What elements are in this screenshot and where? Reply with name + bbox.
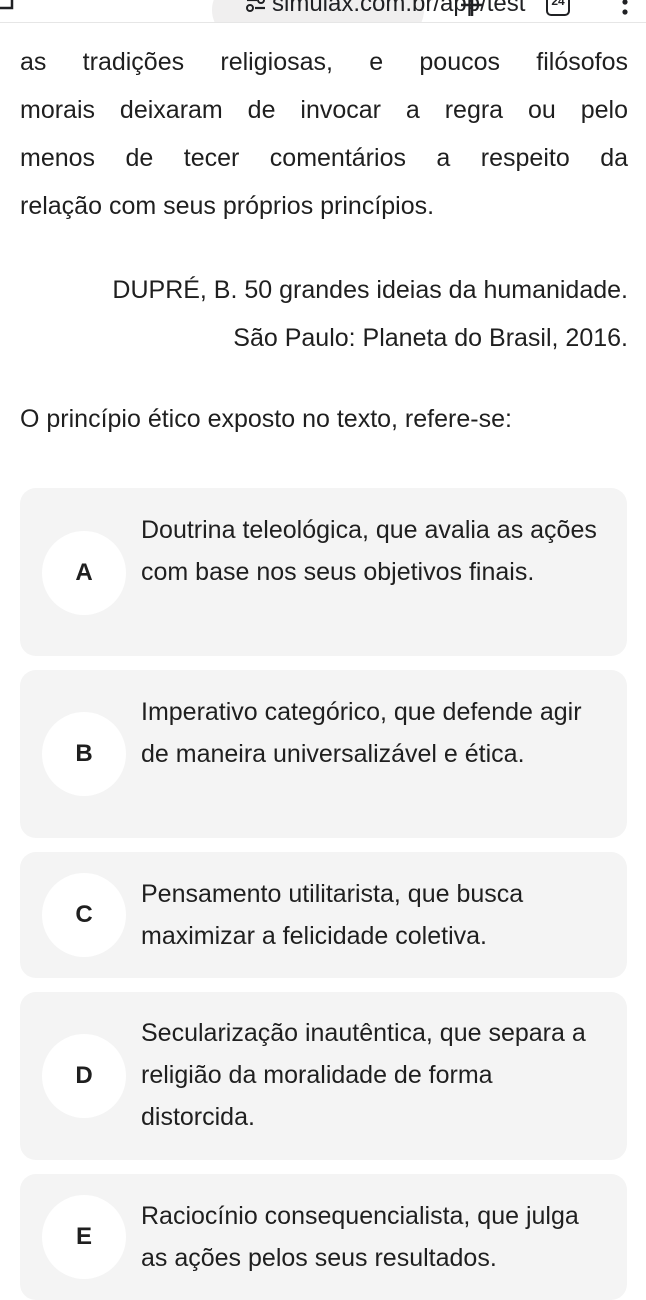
tab-count-icon[interactable]: 24 (546, 0, 570, 16)
option-letter-e: E (42, 1195, 126, 1279)
home-icon[interactable] (0, 0, 16, 14)
option-d[interactable]: D Secularização inautêntica, que separa … (20, 992, 627, 1160)
option-a[interactable]: A Doutrina teleológica, que avalia as aç… (20, 488, 627, 656)
passage-line: morais deixaram de invocar a regra ou pe… (20, 96, 628, 124)
site-settings-icon[interactable] (245, 0, 267, 16)
new-tab-icon[interactable] (460, 0, 484, 18)
option-letter-b: B (42, 712, 126, 796)
option-text-b: Imperativo categórico, que defende agir … (141, 698, 582, 768)
option-text-d: Secularização inautêntica, que separa a … (141, 1019, 586, 1131)
citation-line-2: São Paulo: Planeta do Brasil, 2016. (233, 324, 628, 352)
option-c[interactable]: C Pensamento utilitarista, que busca max… (20, 852, 627, 978)
passage-line: relação com seus próprios princípios. (20, 192, 435, 220)
passage-line: menos de tecer comentários a respeito da (20, 144, 628, 172)
option-text-e: Raciocínio consequencialista, que julga … (141, 1202, 579, 1272)
option-letter-c: C (42, 873, 126, 957)
url-text[interactable]: simulax.com.br/app/test (272, 0, 525, 18)
browser-toolbar: simulax.com.br/app/test 24 (0, 0, 646, 23)
citation-line-1: DUPRÉ, B. 50 grandes ideias da humanidad… (112, 276, 628, 304)
option-b[interactable]: B Imperativo categórico, que defende agi… (20, 670, 627, 838)
passage-line: as tradições religiosas, e poucos filóso… (20, 48, 628, 76)
option-letter-d: D (42, 1034, 126, 1118)
menu-icon[interactable] (620, 0, 630, 20)
option-e[interactable]: E Raciocínio consequencialista, que julg… (20, 1174, 627, 1300)
passage-text: as tradições religiosas, e poucos filóso… (20, 38, 628, 230)
option-text-a: Doutrina teleológica, que avalia as açõe… (141, 516, 597, 586)
option-letter-a: A (42, 531, 126, 615)
question-text: O princípio ético exposto no texto, refe… (20, 405, 512, 433)
option-text-c: Pensamento utilitarista, que busca maxim… (141, 880, 524, 950)
